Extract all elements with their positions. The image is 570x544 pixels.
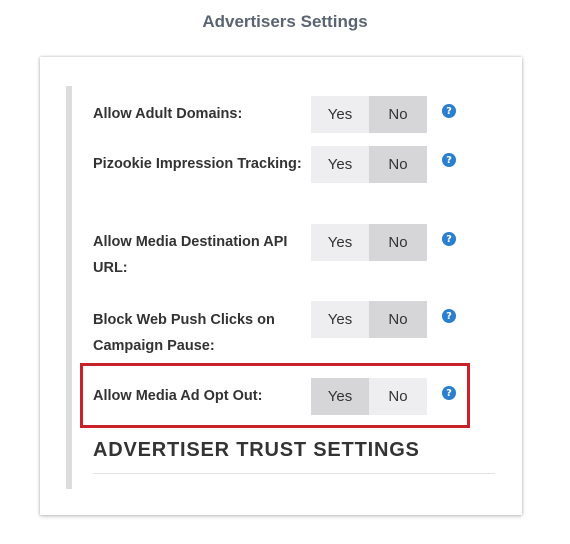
help-icon[interactable]: ? <box>442 232 456 246</box>
allow-adult-domains-label: Allow Adult Domains: <box>93 106 243 122</box>
panel-left-rule <box>66 86 72 489</box>
allow-adult-domains-toggle[interactable]: Yes No <box>311 96 427 133</box>
page-title: Advertisers Settings <box>202 12 368 31</box>
allow-adult-domains-yes-button[interactable]: Yes <box>311 96 369 133</box>
allow-media-destination-api-url-toggle[interactable]: Yes No <box>311 224 427 261</box>
help-icon[interactable]: ? <box>442 386 456 400</box>
section-heading: ADVERTISER TRUST SETTINGS <box>93 439 420 461</box>
pizookie-impression-tracking-label: Pizookie Impression Tracking: <box>93 156 302 172</box>
help-icon[interactable]: ? <box>442 104 456 118</box>
allow-media-destination-api-url-no-button[interactable]: No <box>369 224 427 261</box>
allow-media-destination-api-url-yes-button[interactable]: Yes <box>311 224 369 261</box>
help-icon[interactable]: ? <box>442 309 456 323</box>
allow-media-ad-opt-out-label: Allow Media Ad Opt Out: <box>93 388 263 404</box>
pizookie-impression-tracking-yes-button[interactable]: Yes <box>311 146 369 183</box>
pizookie-impression-tracking-toggle[interactable]: Yes No <box>311 146 427 183</box>
block-web-push-clicks-label: Block Web Push Clicks on Campaign Pause: <box>93 312 275 354</box>
block-web-push-clicks-toggle[interactable]: Yes No <box>311 301 427 338</box>
block-web-push-clicks-yes-button[interactable]: Yes <box>311 301 369 338</box>
block-web-push-clicks-no-button[interactable]: No <box>369 301 427 338</box>
allow-media-ad-opt-out-toggle[interactable]: Yes No <box>311 378 427 415</box>
allow-media-destination-api-url-label: Allow Media Destination API URL: <box>93 234 288 276</box>
help-icon[interactable]: ? <box>442 153 456 167</box>
allow-adult-domains-no-button[interactable]: No <box>369 96 427 133</box>
section-divider <box>93 473 495 474</box>
allow-media-ad-opt-out-no-button[interactable]: No <box>369 378 427 415</box>
pizookie-impression-tracking-no-button[interactable]: No <box>369 146 427 183</box>
allow-media-ad-opt-out-yes-button[interactable]: Yes <box>311 378 369 415</box>
